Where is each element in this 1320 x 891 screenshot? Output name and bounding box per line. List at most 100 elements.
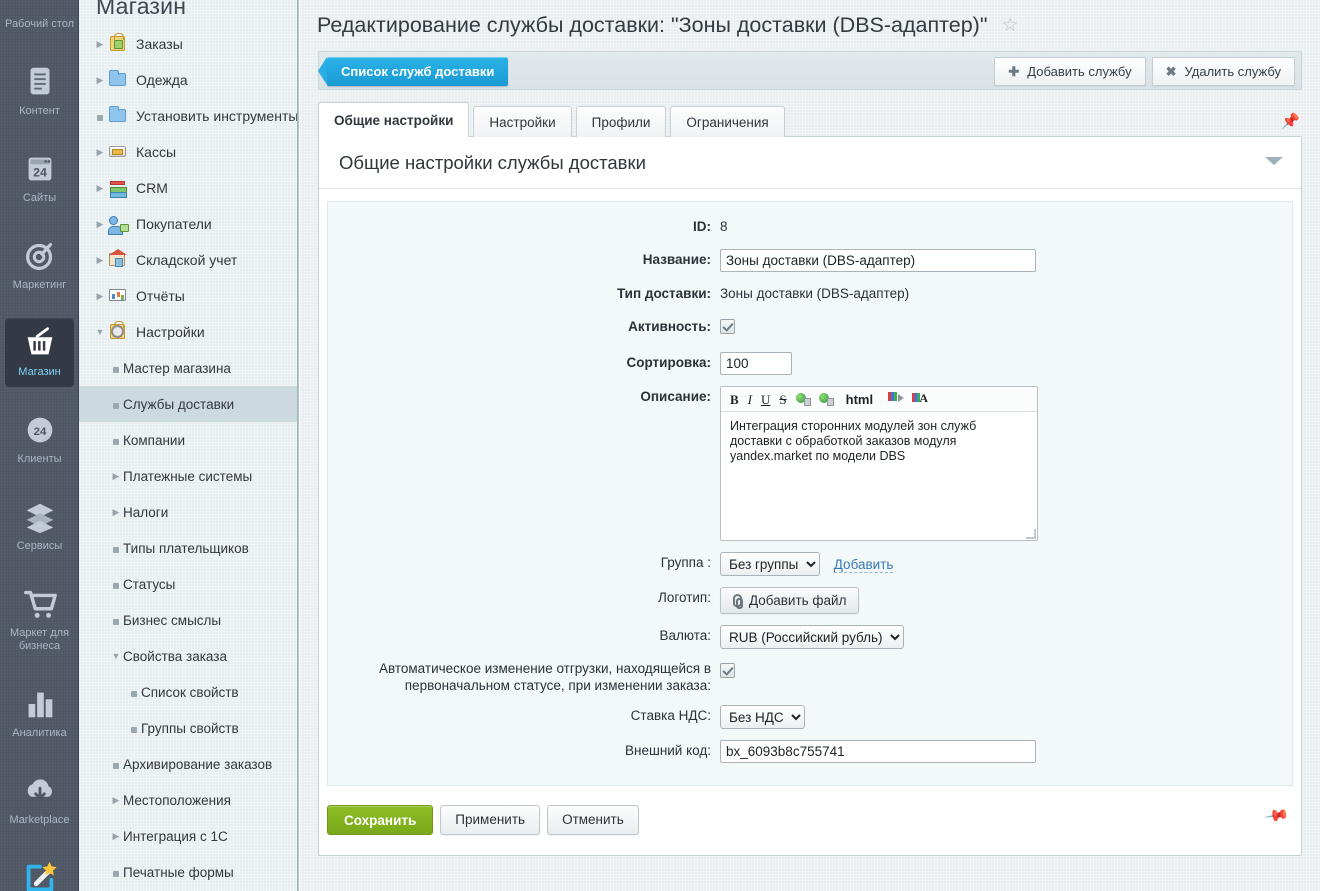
- menu-item-orders[interactable]: ▶ Заказы: [79, 26, 298, 62]
- menu-item-1c-integration[interactable]: ▶ Интеграция с 1С: [79, 818, 298, 854]
- bullet-icon: [109, 865, 123, 880]
- menu-item-reports[interactable]: ▶ Отчёты: [79, 278, 298, 314]
- underline-icon[interactable]: U: [761, 393, 770, 406]
- xml-id-input[interactable]: [720, 740, 1036, 763]
- cancel-button[interactable]: Отменить: [547, 805, 639, 835]
- menu-item-taxes[interactable]: ▶ Налоги: [79, 494, 298, 530]
- italic-icon[interactable]: I: [748, 393, 752, 406]
- menu-item-label: Бизнес смыслы: [123, 612, 222, 628]
- rail-item-services[interactable]: Сервисы: [0, 492, 79, 561]
- menu-item-shop-wizard[interactable]: Мастер магазина: [79, 350, 298, 386]
- logo-label: Логотип:: [658, 590, 711, 605]
- bold-icon[interactable]: B: [730, 393, 739, 406]
- page-title: Редактирование службы доставки: "Зоны до…: [317, 10, 1320, 41]
- rail-item-content[interactable]: Контент: [0, 57, 79, 126]
- auto-shipment-label: Автоматическое изменение отгрузки, наход…: [378, 661, 711, 693]
- rail-item-marketing[interactable]: Маркетинг: [0, 231, 79, 300]
- menu-item-companies[interactable]: Компании: [79, 422, 298, 458]
- rail-item-clients[interactable]: 24 Клиенты: [0, 405, 79, 474]
- apply-button[interactable]: Применить: [440, 805, 541, 835]
- background-color-icon[interactable]: [888, 392, 905, 406]
- group-select[interactable]: Без группы: [720, 552, 820, 576]
- tab-profiles[interactable]: Профили: [575, 106, 667, 137]
- chevron-right-icon: ▶: [112, 830, 120, 841]
- rail-item-label: Магазин: [18, 366, 61, 378]
- insert-image-icon[interactable]: [795, 392, 811, 406]
- collapse-section-icon[interactable]: [1265, 157, 1283, 165]
- tab-settings[interactable]: Настройки: [473, 106, 572, 137]
- pin-footer-icon[interactable]: 📌: [1263, 802, 1291, 830]
- menu-item-warehouse[interactable]: ▶ Складской учет: [79, 242, 298, 278]
- menu-item-print-forms[interactable]: Печатные формы: [79, 854, 298, 890]
- currency-select[interactable]: RUB (Российский рубль): [720, 625, 904, 649]
- menu-title: Магазин: [96, 0, 187, 19]
- back-to-list-button[interactable]: Список служб доставки: [317, 57, 509, 86]
- menu-item-crm[interactable]: ▶ CRM: [79, 170, 298, 206]
- delete-service-label: Удалить службу: [1184, 64, 1281, 79]
- save-button[interactable]: Сохранить: [327, 805, 434, 835]
- menu-item-customers[interactable]: ▶ Покупатели: [79, 206, 298, 242]
- rail-item-shop[interactable]: Магазин: [5, 318, 74, 387]
- bullet-icon: [127, 685, 141, 700]
- settings-bag-gear-icon: [107, 321, 129, 341]
- toolbar-right-buttons: ✚ Добавить службу ✖ Удалить службу: [994, 57, 1295, 86]
- menu-item-install-tools[interactable]: Установить инструменты и: [79, 98, 298, 134]
- insert-link-icon[interactable]: [818, 392, 834, 406]
- section-title: Общие настройки службы доставки: [339, 151, 646, 173]
- favorite-star-icon[interactable]: ☆: [1001, 15, 1018, 36]
- tab-restrictions[interactable]: Ограничения: [670, 106, 785, 137]
- cashbox-icon: [107, 143, 129, 161]
- rail-item-desktop[interactable]: Рабочий стол: [0, 0, 79, 39]
- form-row-auto-shipment: Автоматическое изменение отгрузки, наход…: [328, 660, 1292, 694]
- menu-item-locations[interactable]: ▶ Местоположения: [79, 782, 298, 818]
- chevron-right-icon: ▶: [112, 506, 120, 517]
- form-row-currency: Валюта: RUB (Российский рубль): [328, 625, 1292, 649]
- menu-item-property-groups[interactable]: Группы свойств: [79, 710, 298, 746]
- rail-item-market[interactable]: Маркет для бизнеса: [0, 579, 79, 661]
- rail-item-sites[interactable]: 24 Сайты: [0, 144, 79, 213]
- pin-tabs-icon[interactable]: 📌: [1281, 112, 1300, 130]
- description-textarea[interactable]: Интеграция сторонних модулей зон служб д…: [721, 412, 1037, 540]
- chevron-right-icon: ▶: [112, 470, 120, 481]
- menu-item-label: Группы свойств: [141, 720, 239, 736]
- name-input[interactable]: [720, 249, 1036, 272]
- menu-item-label: Службы доставки: [123, 396, 235, 412]
- auto-shipment-checkbox[interactable]: [720, 663, 735, 678]
- menu-item-statuses[interactable]: Статусы: [79, 566, 298, 602]
- menu-item-delivery-services[interactable]: Службы доставки: [79, 386, 298, 422]
- strikethrough-icon[interactable]: S: [779, 393, 786, 406]
- delete-service-button[interactable]: ✖ Удалить службу: [1151, 57, 1295, 86]
- vat-select[interactable]: Без НДС: [720, 705, 805, 729]
- add-file-button[interactable]: Добавить файл: [720, 587, 860, 614]
- menu-item-label: Настройки: [136, 324, 205, 340]
- rail-item-marketplace[interactable]: Marketplace: [0, 766, 79, 835]
- menu-item-label: Заказы: [136, 36, 183, 52]
- form-row-active: Активность:: [328, 316, 1292, 341]
- bullet-icon: [109, 433, 123, 448]
- html-mode-icon[interactable]: html: [846, 393, 873, 406]
- menu-item-label: Список свойств: [141, 684, 239, 700]
- rail-item-analytics[interactable]: Аналитика: [0, 679, 79, 748]
- active-checkbox[interactable]: [720, 319, 735, 334]
- menu-item-business-values[interactable]: Бизнес смыслы: [79, 602, 298, 638]
- rail-item-site-edit[interactable]: [0, 853, 79, 891]
- menu-item-settings[interactable]: ▼ Настройки: [79, 314, 298, 350]
- menu-item-cashboxes[interactable]: ▶ Кассы: [79, 134, 298, 170]
- bullet-icon: [109, 541, 123, 556]
- menu-item-order-properties[interactable]: ▼ Свойства заказа: [79, 638, 298, 674]
- bullet-icon: [109, 361, 123, 376]
- text-color-icon[interactable]: A: [912, 392, 928, 406]
- menu-item-clothing[interactable]: ▶ Одежда: [79, 62, 298, 98]
- sort-input[interactable]: [720, 352, 792, 375]
- menu-item-payer-types[interactable]: Типы плательщиков: [79, 530, 298, 566]
- add-service-button[interactable]: ✚ Добавить службу: [994, 57, 1146, 86]
- menu-item-order-archiving[interactable]: Архивирование заказов: [79, 746, 298, 782]
- menu-item-label: Местоположения: [123, 792, 231, 808]
- menu-item-label: Отчёты: [136, 288, 185, 304]
- group-add-link[interactable]: Добавить: [833, 556, 894, 573]
- tab-general-settings[interactable]: Общие настройки: [318, 102, 470, 137]
- menu-list: ▶ Заказы ▶ Одежда Установить инструменты…: [79, 26, 298, 890]
- analytics-bars-icon: [28, 692, 52, 718]
- menu-item-property-list[interactable]: Список свойств: [79, 674, 298, 710]
- menu-item-payment-systems[interactable]: ▶ Платежные системы: [79, 458, 298, 494]
